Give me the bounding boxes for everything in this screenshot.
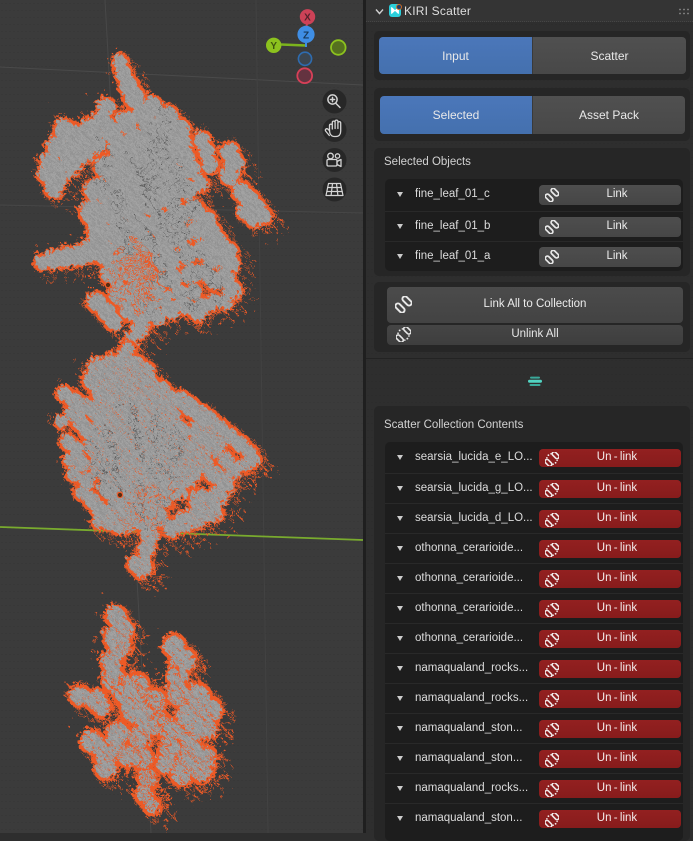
svg-text:X: X bbox=[304, 12, 311, 23]
svg-text:Y: Y bbox=[270, 41, 277, 52]
svg-text:Z: Z bbox=[303, 30, 309, 41]
